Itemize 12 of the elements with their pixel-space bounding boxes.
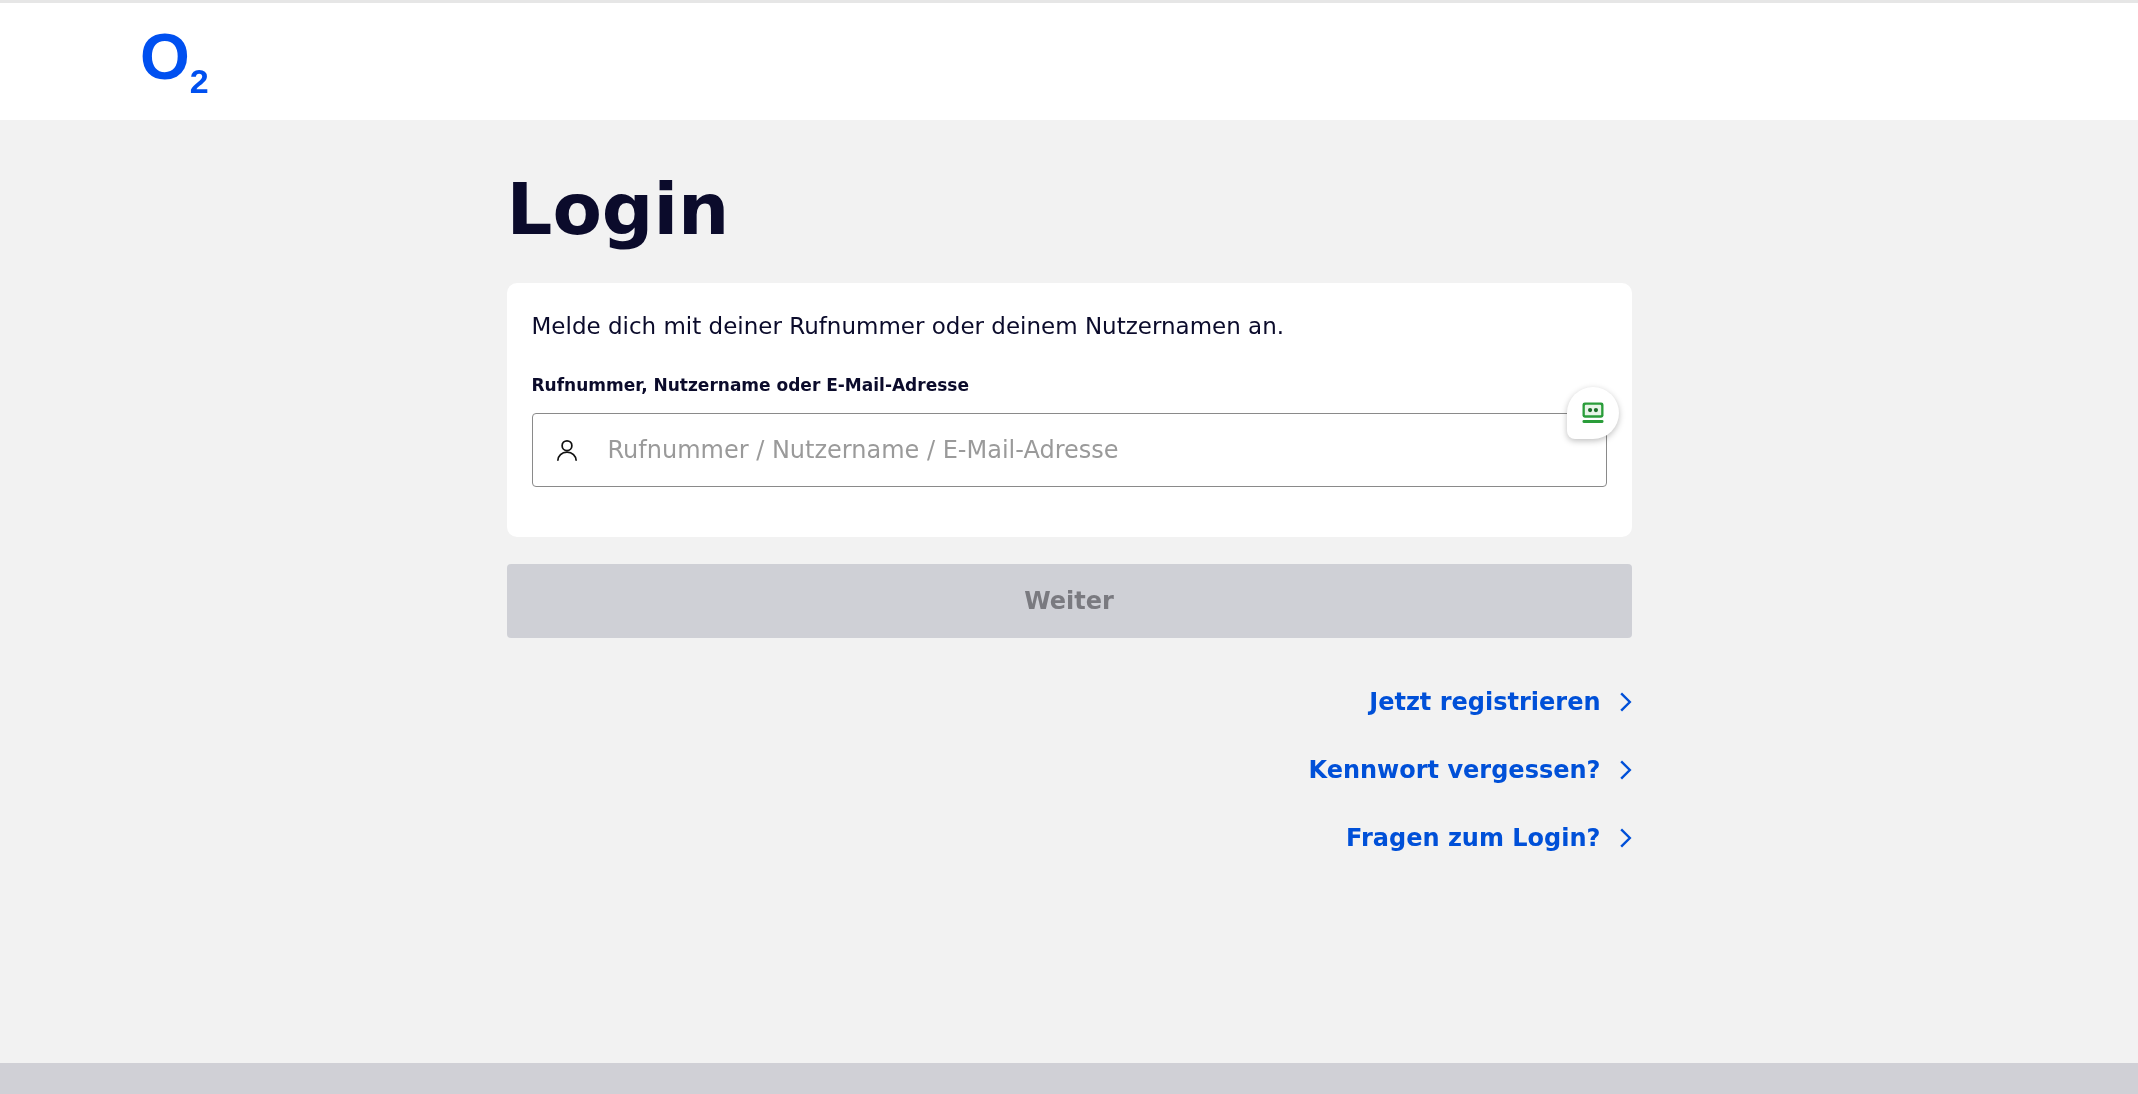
chevron-right-icon: [1618, 691, 1632, 714]
text-link[interactable]: Fragen zum Login?: [1346, 824, 1632, 853]
text-link[interactable]: Kennwort vergessen?: [1308, 756, 1632, 785]
username-field[interactable]: Rufnummer / Nutzername / E-Mail-Adresse: [531, 413, 1607, 488]
logo[interactable]: O$_{2}$: [140, 25, 209, 98]
page-title: Login: [506, 170, 731, 250]
chevron-right-icon: [1618, 827, 1632, 850]
field-label: Rufnummer, Nutzername oder E-Mail-Adresse: [531, 375, 970, 396]
password-manager-icon[interactable]: [1566, 387, 1619, 440]
chevron-right-icon: [1618, 759, 1632, 782]
intro-text: Melde dich mit deiner Rufnummer oder deinem Nutzernamen an.: [531, 313, 1286, 340]
text-link[interactable]: Jetzt registrieren: [1369, 688, 1632, 717]
